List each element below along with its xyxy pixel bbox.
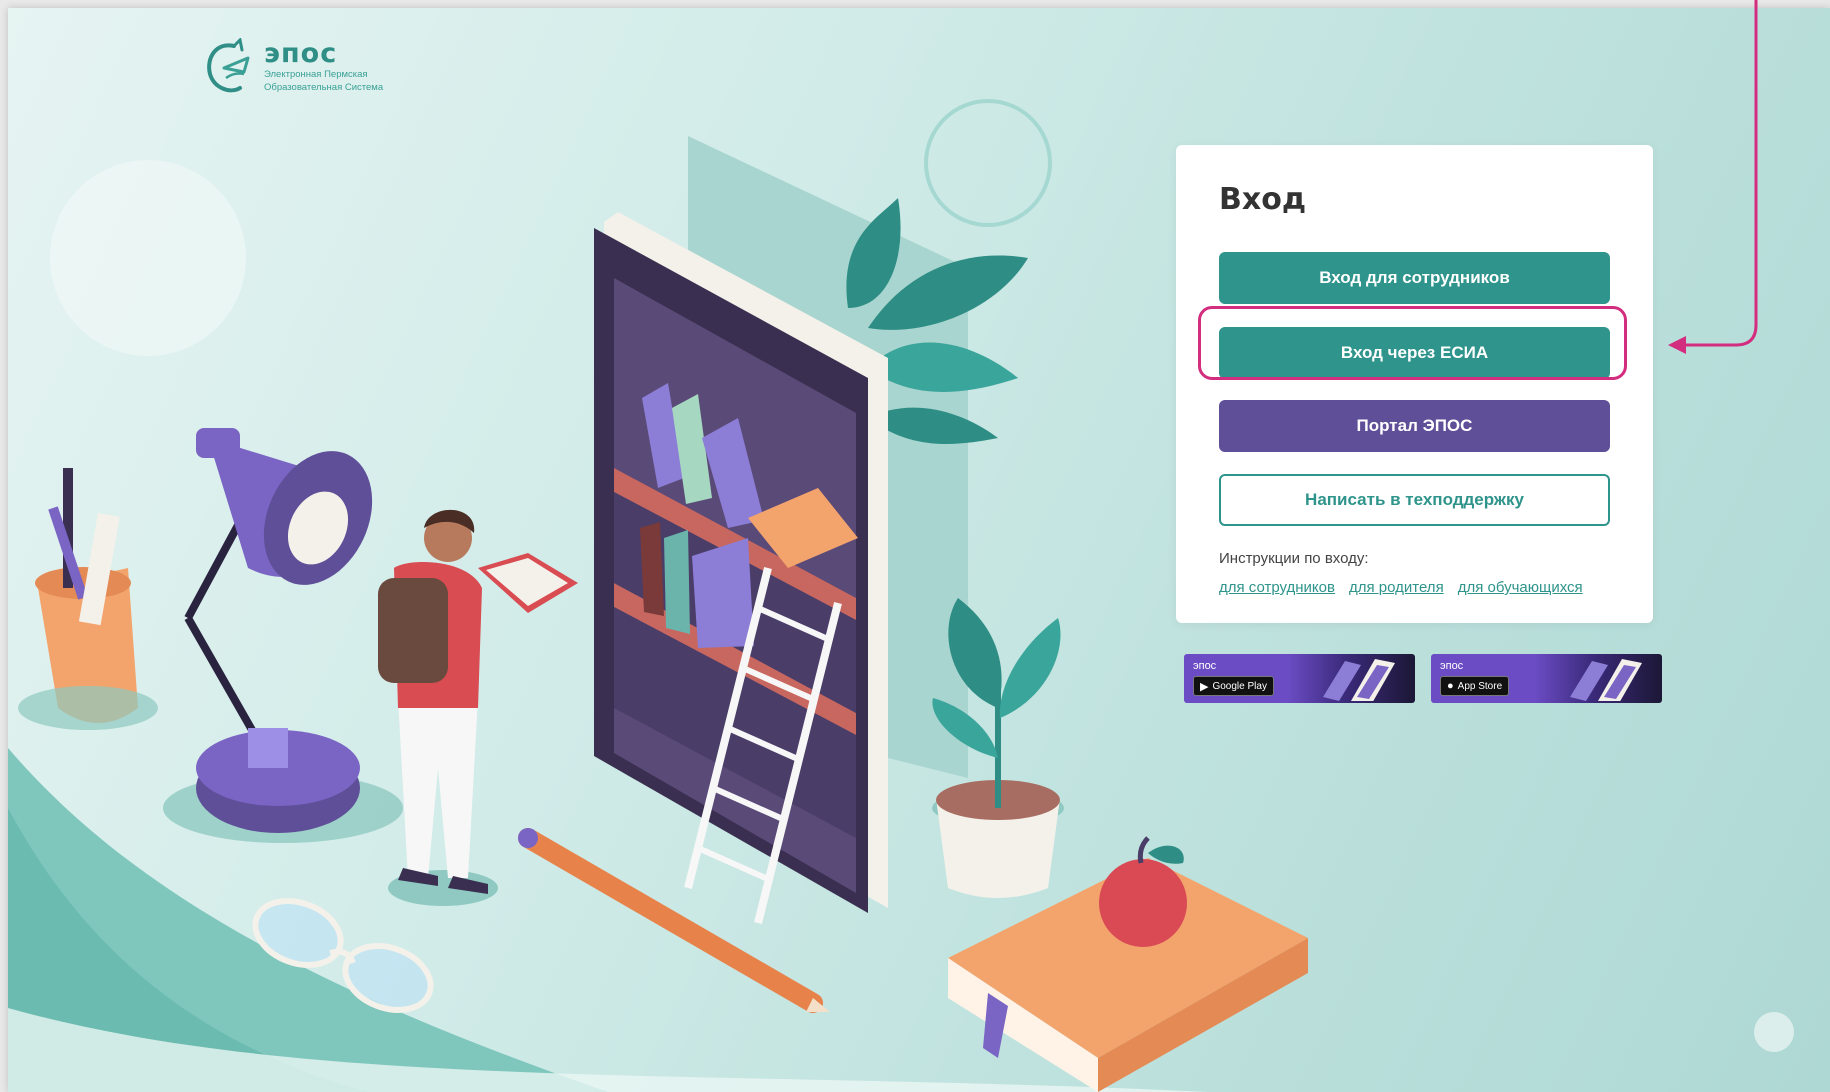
support-button[interactable]: Написать в техподдержку [1219,474,1610,526]
instructions-links: для сотрудников для родителя для обучающ… [1219,579,1583,596]
badge-brand: эпос [1440,660,1464,672]
app-store-label: App Store [1457,680,1503,692]
brand-subtitle-line2: Образовательная Система [264,82,384,93]
badge-brand: эпос [1193,660,1217,672]
google-play-label: Google Play [1212,680,1267,692]
instructions-student-link[interactable]: для обучающихся [1458,579,1583,596]
google-play-badge[interactable]: эпос ▶ Google Play [1184,654,1415,703]
app-store-badge[interactable]: эпос ● App Store [1431,654,1662,703]
instructions-label: Инструкции по входу: [1219,550,1369,567]
brand-name: эпос [264,38,338,69]
logo[interactable]: эпос Электронная Пермская Образовательна… [204,38,383,96]
google-play-icon: ▶ [1200,680,1209,693]
logo-text: эпос Электронная Пермская Образовательна… [264,40,383,94]
phones-graphic [1323,659,1395,701]
logo-icon [207,38,250,93]
app-store-store: ● App Store [1440,676,1510,696]
instructions-parent-link[interactable]: для родителя [1349,579,1444,596]
portal-button[interactable]: Портал ЭПОС [1219,400,1610,452]
instructions-staff-link[interactable]: для сотрудников [1219,579,1335,596]
google-play-store: ▶ Google Play [1193,676,1274,696]
brand-subtitle-line1: Электронная Пермская [264,69,368,80]
login-page: эпос Электронная Пермская Образовательна… [8,8,1830,1092]
login-title: Вход [1219,182,1307,217]
staff-login-button[interactable]: Вход для сотрудников [1219,252,1610,304]
phones-graphic [1570,659,1642,701]
apple-icon: ● [1447,680,1454,692]
esia-highlight-box [1198,306,1627,380]
login-card: Вход Вход для сотрудников Вход через ЕСИ… [1176,145,1653,623]
